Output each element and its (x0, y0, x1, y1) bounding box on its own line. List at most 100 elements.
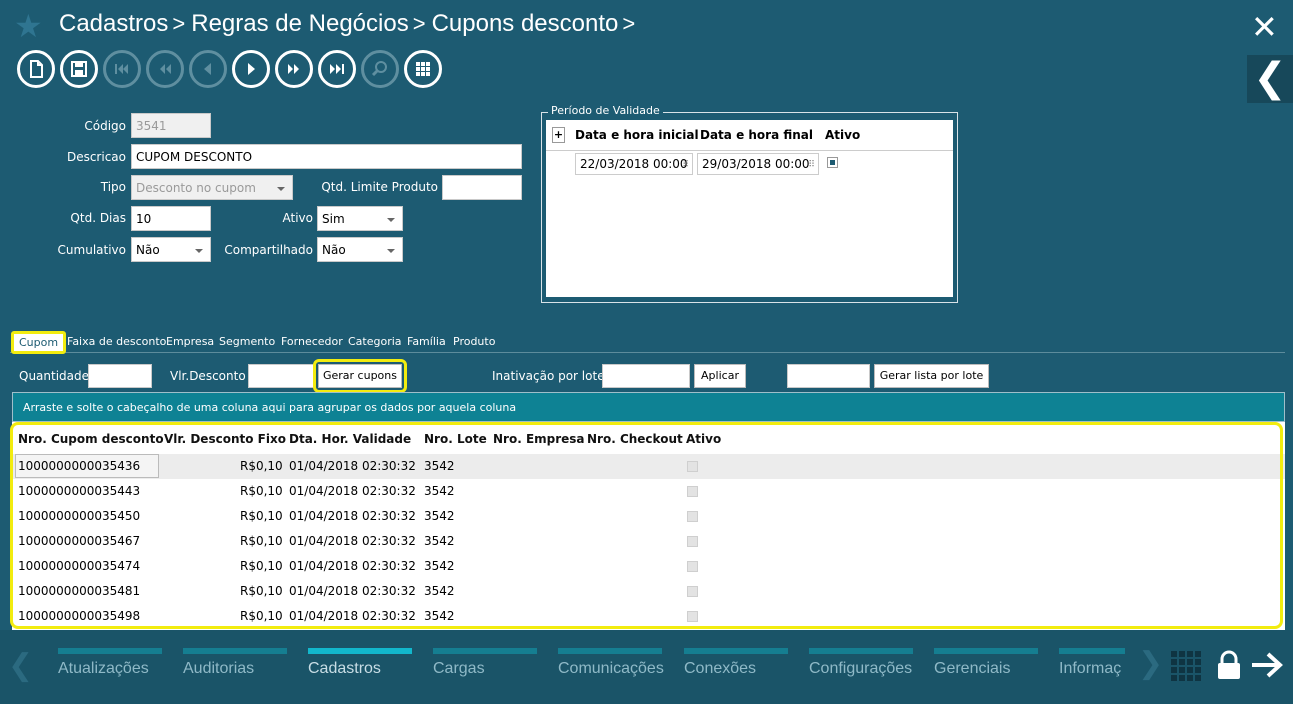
nav-label: Atualizações (58, 660, 149, 677)
nav-label: Auditorias (183, 660, 255, 677)
next-page-icon (288, 64, 299, 74)
tab-categoria[interactable]: Categoria (348, 335, 402, 348)
last-record-icon (330, 64, 344, 74)
nav-item-cargas[interactable]: Cargas (433, 648, 537, 678)
next-record-button[interactable] (232, 50, 270, 88)
quantidade-label: Quantidade (19, 369, 90, 383)
save-button[interactable] (60, 50, 98, 88)
search-icon (371, 61, 387, 77)
nav-label: Cadastros (308, 660, 381, 677)
ativo-label: Ativo (282, 211, 313, 225)
vlr-desconto-field[interactable] (248, 364, 314, 388)
calendar-grip-icon: ⠿ (808, 160, 815, 170)
qtd-dias-field[interactable]: 10 (131, 206, 211, 231)
tab-faixa-de-desconto[interactable]: Faixa de desconto (67, 335, 166, 348)
tab-fornecedor[interactable]: Fornecedor (281, 335, 343, 348)
nav-indicator (433, 648, 537, 654)
descricao-label: Descricao (66, 150, 126, 164)
cumulativo-label: Cumulativo (57, 243, 126, 257)
periodo-ativo-checkbox[interactable] (827, 157, 838, 168)
col-header-ativo[interactable]: Ativo (825, 128, 860, 142)
vlr-desconto-label: Vlr.Desconto (170, 369, 246, 383)
breadcrumb-item-regras[interactable]: Regras de Negócios (191, 10, 408, 37)
search-button[interactable] (361, 50, 399, 88)
tab-cupom[interactable]: Cupom (11, 331, 67, 354)
nav-scroll-right-icon[interactable]: ❯ (1138, 646, 1163, 681)
new-document-icon (30, 60, 43, 78)
previous-record-icon (204, 63, 211, 75)
nav-indicator (934, 648, 1038, 654)
record-toolbar (17, 50, 442, 88)
nav-indicator (58, 648, 162, 654)
tab-empresa[interactable]: Empresa (166, 335, 214, 348)
first-record-icon (115, 64, 128, 74)
tab-produto[interactable]: Produto (453, 335, 495, 348)
nav-item-conexoes[interactable]: Conexões (684, 648, 788, 678)
nav-label: Conexões (684, 660, 757, 677)
first-record-button[interactable] (103, 50, 141, 88)
nav-item-atualizacoes[interactable]: Atualizações (58, 648, 162, 678)
inativacao-lote-label: Inativação por lote (492, 369, 605, 383)
nav-item-comunicacoes[interactable]: Comunicações (558, 648, 664, 678)
arrow-right-icon[interactable] (1250, 650, 1284, 680)
codigo-field[interactable]: 3541 (131, 113, 211, 138)
grid-view-button[interactable] (404, 50, 442, 88)
previous-record-button[interactable] (189, 50, 227, 88)
ativo-select[interactable]: Sim (317, 206, 403, 231)
lock-icon[interactable] (1214, 650, 1244, 680)
inativacao-lote-field[interactable] (602, 364, 690, 388)
compartilhado-label: Compartilhado (224, 243, 313, 257)
quantidade-field[interactable] (88, 364, 152, 388)
periodo-validade-legend: Período de Validade (548, 104, 663, 117)
nav-label: Gerenciais (934, 660, 1011, 677)
breadcrumb-item-cupons[interactable]: Cupons desconto (432, 10, 619, 37)
next-record-icon (248, 63, 255, 75)
data-final-value: 29/03/2018 00:00 (702, 157, 810, 171)
favorite-star-icon[interactable]: ★ (14, 10, 46, 42)
data-inicial-value: 22/03/2018 00:00 (580, 157, 688, 171)
qtd-dias-label: Qtd. Dias (70, 211, 126, 225)
qtd-limite-produto-field[interactable] (442, 175, 522, 200)
col-header-data-final[interactable]: Data e hora final (700, 128, 813, 142)
descricao-field[interactable]: CUPOM DESCONTO (131, 144, 522, 169)
nav-item-auditorias[interactable]: Auditorias (183, 648, 287, 678)
new-document-button[interactable] (17, 50, 55, 88)
aplicar-button[interactable]: Aplicar (694, 364, 746, 388)
previous-page-icon (160, 64, 171, 74)
previous-page-button[interactable] (146, 50, 184, 88)
chevron-left-icon: ❮ (1253, 55, 1287, 101)
tab-familia[interactable]: Família (407, 335, 446, 348)
collapse-panel-button[interactable]: ❮ (1247, 55, 1293, 103)
col-header-data-inicial[interactable]: Data e hora inicial (575, 128, 699, 142)
compartilhado-select[interactable]: Não (317, 237, 403, 262)
nav-label: Configurações (809, 660, 913, 677)
tipo-select[interactable]: Desconto no cupom (131, 175, 293, 200)
grid-highlight (10, 422, 1283, 629)
last-record-button[interactable] (318, 50, 356, 88)
data-inicial-field[interactable]: 22/03/2018 00:00 ⠿ (575, 153, 693, 175)
tipo-label: Tipo (100, 180, 126, 194)
group-by-drop-area[interactable]: Arraste e solte o cabeçalho de uma colun… (12, 392, 1285, 422)
tab-segmento[interactable]: Segmento (219, 335, 275, 348)
breadcrumb-item-cadastros[interactable]: Cadastros (59, 10, 168, 37)
lote-field[interactable] (787, 364, 870, 388)
nav-indicator (809, 648, 913, 654)
apps-grid-icon[interactable] (1170, 650, 1202, 682)
cumulativo-select[interactable]: Não (131, 237, 211, 262)
nav-item-informacoes[interactable]: Informaç (1059, 648, 1125, 678)
periodo-validade-grid: + Data e hora inicial Data e hora final … (546, 120, 953, 297)
nav-label: Cargas (433, 660, 485, 677)
nav-item-cadastros[interactable]: Cadastros (308, 648, 412, 678)
nav-item-gerenciais[interactable]: Gerenciais (934, 648, 1038, 678)
grid-view-icon (416, 62, 430, 76)
data-final-field[interactable]: 29/03/2018 00:00 ⠿ (697, 153, 819, 175)
nav-scroll-left-icon[interactable]: ❮ (8, 648, 33, 683)
next-page-button[interactable] (275, 50, 313, 88)
gerar-lista-por-lote-button[interactable]: Gerar lista por lote (874, 364, 989, 388)
nav-item-configuracoes[interactable]: Configurações (809, 648, 913, 678)
nav-label: Comunicações (558, 660, 664, 677)
breadcrumb-separator: > (622, 11, 636, 36)
add-period-button[interactable]: + (552, 127, 565, 143)
close-icon[interactable]: ✕ (1251, 11, 1278, 43)
qtd-limite-produto-label: Qtd. Limite Produto (321, 180, 438, 194)
